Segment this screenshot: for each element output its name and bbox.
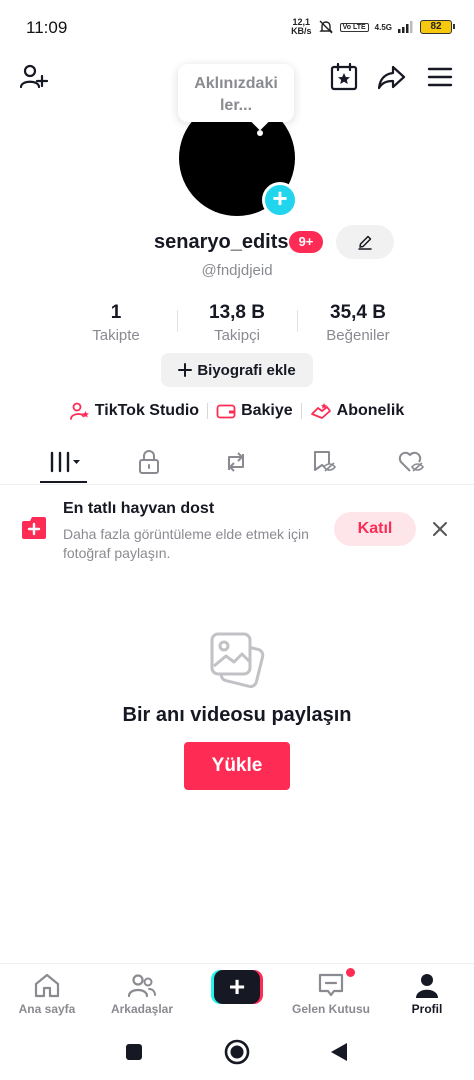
- add-bio-label: Biyografi ekle: [197, 361, 296, 379]
- link-balance-label: Bakiye: [241, 402, 293, 419]
- avatar-dot: [257, 130, 263, 136]
- inbox-icon: [318, 973, 344, 997]
- heart-hidden-icon: [398, 451, 425, 472]
- stat-following[interactable]: 1 Takipte: [56, 302, 176, 344]
- stat-following-label: Takipte: [92, 327, 140, 344]
- back-icon[interactable]: [329, 1041, 349, 1063]
- calendar-star-icon[interactable]: [330, 62, 360, 92]
- note-bubble-text: Aklınızdakiler...: [194, 75, 278, 114]
- add-story-button[interactable]: +: [262, 182, 298, 218]
- recents-icon[interactable]: [124, 1042, 144, 1062]
- profile-icon: [416, 974, 438, 998]
- stat-followers[interactable]: 13,8 B Takipçi: [177, 302, 297, 344]
- nav-profile[interactable]: Profil: [380, 972, 474, 1016]
- home-icon: [34, 973, 60, 998]
- nav-profile-label: Profil: [411, 1002, 443, 1016]
- repost-icon: [228, 452, 244, 472]
- user-handle: @fndjdjeid: [201, 262, 273, 279]
- create-plus-icon: +: [214, 970, 260, 1004]
- stat-followers-label: Takipçi: [214, 327, 260, 344]
- mute-icon: [318, 20, 333, 34]
- content-tabs: [0, 442, 474, 484]
- pencil-icon: [358, 235, 372, 250]
- nav-inbox[interactable]: Gelen Kutusu: [284, 972, 378, 1016]
- network-speed-unit: KB/s: [291, 26, 312, 36]
- grid-dropdown-icon: [50, 451, 80, 473]
- link-balance[interactable]: Bakiye: [208, 402, 301, 420]
- tab-reposts[interactable]: [212, 442, 260, 482]
- tab-favorites[interactable]: [299, 442, 347, 482]
- empty-state-title: Bir anı videosu paylaşın: [122, 704, 352, 726]
- menu-icon[interactable]: [427, 62, 457, 92]
- share-icon[interactable]: [376, 62, 406, 92]
- stat-likes[interactable]: 35,4 B Beğeniler: [298, 302, 418, 344]
- close-icon[interactable]: [431, 520, 449, 538]
- add-friend-icon[interactable]: [18, 62, 48, 92]
- lock-icon: [139, 450, 159, 474]
- banner-title: En tatlı hayvan dost: [63, 500, 215, 517]
- signal-icon: [398, 21, 413, 33]
- system-navigation: [0, 1026, 474, 1080]
- stat-likes-value: 35,4 B: [330, 302, 386, 323]
- wallet-icon: [216, 404, 236, 419]
- home-circle-icon[interactable]: [224, 1039, 250, 1065]
- tabs-divider: [0, 484, 474, 485]
- inbox-notification-dot: [346, 968, 355, 977]
- join-button[interactable]: Katıl: [334, 512, 416, 546]
- person-star-icon: [69, 402, 89, 420]
- volte-badge: Vo LTE: [339, 22, 369, 32]
- plus-icon: [178, 363, 193, 377]
- photo-album-icon: [208, 630, 266, 688]
- profile-links: TikTok Studio Bakiye Abonelik: [0, 402, 474, 420]
- stat-following-value: 1: [110, 302, 122, 323]
- stat-followers-value: 13,8 B: [209, 302, 265, 323]
- stat-likes-label: Beğeniler: [326, 327, 390, 344]
- edit-profile-button[interactable]: [336, 225, 394, 259]
- nav-friends[interactable]: Arkadaşlar: [95, 972, 189, 1016]
- link-tiktok-studio-label: TikTok Studio: [94, 402, 200, 419]
- photo-plus-icon: [20, 515, 48, 541]
- battery-indicator: 82: [420, 20, 455, 34]
- link-subscription-label: Abonelik: [336, 402, 405, 419]
- add-bio-button[interactable]: Biyografi ekle: [161, 353, 313, 387]
- nav-inbox-label: Gelen Kutusu: [291, 1002, 370, 1016]
- banner-description: Daha fazla görüntüleme elde etmek için f…: [63, 526, 309, 561]
- network-speed: 12,1 KB/s: [291, 18, 312, 36]
- tab-private[interactable]: [125, 442, 173, 482]
- tab-videos[interactable]: [39, 442, 87, 482]
- note-bubble[interactable]: Aklınızdakiler...: [178, 64, 294, 122]
- handshake-star-icon: [310, 403, 331, 419]
- active-tab-indicator: [40, 481, 87, 483]
- tab-liked[interactable]: [387, 442, 435, 482]
- friends-icon: [127, 974, 156, 998]
- status-time: 11:09: [26, 18, 68, 37]
- create-button[interactable]: +: [211, 970, 263, 1004]
- link-subscription[interactable]: Abonelik: [302, 402, 413, 420]
- notification-badge[interactable]: 9+: [289, 231, 323, 253]
- network-type: 4.5G: [374, 22, 392, 32]
- username: senaryo_edits: [154, 231, 289, 253]
- nav-friends-label: Arkadaşlar: [110, 1002, 174, 1016]
- nav-home[interactable]: Ana sayfa: [0, 972, 94, 1016]
- link-tiktok-studio[interactable]: TikTok Studio: [62, 402, 207, 420]
- status-icons: 12,1 KB/s Vo LTE 4.5G 82: [291, 18, 455, 36]
- bookmark-hidden-icon: [314, 451, 336, 472]
- upload-button[interactable]: Yükle: [184, 742, 290, 790]
- nav-home-label: Ana sayfa: [18, 1002, 76, 1016]
